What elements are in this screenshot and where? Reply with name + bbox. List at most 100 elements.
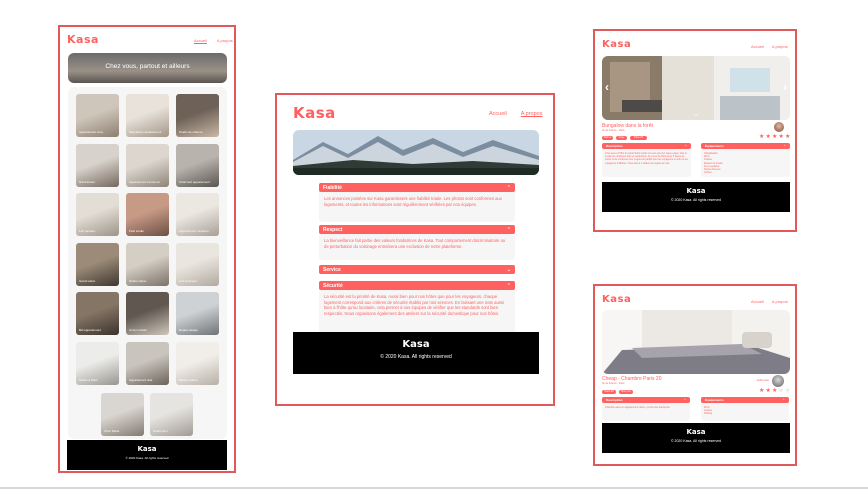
about-banner — [293, 130, 539, 175]
about-mockup-frame: Kasa Accueil A propos Fiabilité ⌃ Les anno… — [275, 93, 555, 406]
star-icon: ★ — [772, 388, 778, 394]
about-footer: Kasa © 2020 Kasa. All rights reserved — [293, 332, 539, 374]
rental-card-title: Appartement clair — [129, 377, 153, 382]
chevron-up-icon: ⌃ — [683, 398, 686, 402]
rental-card[interactable]: Loft parisien — [76, 193, 119, 236]
rental-card[interactable]: Charmant appartement — [176, 143, 219, 187]
listing-tag: Cosy — [616, 136, 627, 140]
gallery-next-arrow-icon[interactable]: › — [783, 80, 787, 94]
host-name: Della Case — [756, 379, 769, 382]
rental-card[interactable]: Appartement cosy — [76, 94, 119, 137]
accordion-header[interactable]: Service ⌄ — [319, 265, 515, 274]
rental-card[interactable]: Nid d'amour — [76, 143, 119, 187]
banner-text: Chez vous, partout et ailleurs — [105, 63, 190, 70]
rental-card[interactable]: Bel appartement — [76, 292, 119, 335]
accordion-title: Fiabilité — [323, 184, 342, 191]
description-text: Vous serez à 50m du canal Saint-martin o… — [605, 152, 688, 165]
listing-footer: Kasa © 2020 Kasa. All rights reserved — [602, 182, 790, 212]
host-avatar — [772, 375, 784, 387]
rental-card[interactable]: Studio Zen — [150, 393, 193, 436]
rental-card-title: Duplex design — [179, 328, 199, 332]
rental-card[interactable]: Petit studio — [126, 193, 169, 236]
rental-card-title: Loft lumineux — [179, 278, 197, 283]
equipment-item: Parking — [704, 412, 713, 416]
rental-card[interactable]: Grand salon — [76, 242, 119, 286]
equipment-item: Cintres — [704, 171, 712, 175]
rental-card-title: Nid d'amour — [79, 179, 96, 184]
accordion-header[interactable]: Respect ⌃ — [319, 225, 515, 234]
nav-link-about[interactable]: A propos — [217, 38, 233, 43]
nav-link-home[interactable]: Accueil — [751, 44, 764, 49]
gallery-counter: 1/4 — [693, 113, 699, 117]
listing-gallery: ‹ › 1/4 — [602, 56, 790, 120]
star-icon: ★ — [772, 134, 778, 140]
accordion-body: Les annonces postées sur Kasa garantisse… — [319, 192, 515, 222]
rental-card-title: Petit studio — [129, 229, 144, 233]
description-body: Vous serez à 50m du canal Saint-martin o… — [602, 149, 691, 177]
rental-card-title: Cocon urbain — [129, 328, 147, 332]
rental-card[interactable]: Duplex design — [176, 292, 219, 335]
listing-tag: Paris 20 — [602, 390, 616, 394]
listing-gallery — [602, 310, 790, 374]
main-nav: Accueil A propos — [489, 111, 542, 117]
nav-link-about[interactable]: A propos — [521, 111, 543, 117]
chevron-up-icon: ⌃ — [506, 226, 511, 233]
accordion-title: Service — [323, 266, 341, 273]
rental-card[interactable]: Appartement moderne — [176, 193, 219, 236]
equipment-title: Équipements — [705, 144, 724, 148]
gallery-prev-arrow-icon[interactable]: ‹ — [605, 80, 609, 94]
listing-mockup-1-frame: Kasa Accueil A propos ‹ › 1/4 Bungalow d… — [593, 29, 797, 232]
rental-card[interactable]: Maison calme — [176, 341, 219, 385]
star-icon: ★ — [778, 388, 784, 394]
rental-card-title: Appartement Lumineux — [129, 179, 161, 184]
gallery-image — [602, 56, 790, 120]
description-body: Chambre dans un appartement calme, proch… — [602, 403, 690, 421]
rental-card-title: Studio à Paris — [79, 377, 98, 382]
chevron-up-icon: ⌃ — [684, 144, 687, 148]
chevron-down-icon: ⌄ — [506, 266, 511, 273]
main-nav: Accueil A propos — [194, 38, 233, 43]
accordion-header[interactable]: Fiabilité ⌃ — [319, 183, 515, 192]
rental-card[interactable]: Appartement Lumineux — [126, 143, 169, 187]
rental-card-title: Appartement moderne — [179, 229, 209, 233]
listing-tag: Nature — [602, 136, 613, 140]
kasa-logo[interactable]: Kasa — [602, 39, 631, 50]
nav-link-about[interactable]: A propos — [772, 299, 788, 304]
star-icon: ★ — [778, 134, 784, 140]
rental-card[interactable]: Chez Marie — [101, 393, 144, 436]
rental-card[interactable]: Loft lumineux — [176, 242, 219, 286]
chevron-up-icon: ⌃ — [506, 184, 511, 191]
kasa-logo[interactable]: Kasa — [293, 104, 336, 122]
main-nav: Accueil A propos — [751, 299, 788, 304]
nav-link-home[interactable]: Accueil — [751, 299, 764, 304]
rental-card[interactable]: Appartement clair — [126, 341, 169, 385]
description-title: Description — [606, 144, 623, 148]
listing-footer: Kasa © 2020 Kasa. All rights reserved — [602, 423, 790, 453]
description-title: Description — [606, 398, 623, 402]
kasa-logo[interactable]: Kasa — [602, 294, 631, 305]
listing-tag: Bon prix — [619, 390, 633, 394]
kasa-logo[interactable]: Kasa — [67, 33, 99, 46]
mountain-banner-image — [293, 130, 539, 175]
accordion-body: La sécurité est la priorité de Kasa. Aus… — [319, 290, 515, 336]
footer-logo: Kasa — [137, 445, 157, 453]
chevron-up-icon: ⌃ — [783, 144, 786, 148]
rental-card-title: Bel appartement — [79, 328, 102, 332]
rental-card[interactable]: Studio de charme — [176, 94, 219, 137]
rental-card[interactable]: Studio à Paris — [76, 341, 119, 385]
star-icon: ★ — [785, 388, 791, 394]
accordion-title: Sécurité — [323, 282, 343, 289]
rental-card-title: Studio Zen — [153, 429, 168, 433]
rental-card[interactable]: Cocon urbain — [126, 292, 169, 335]
nav-link-home[interactable]: Accueil — [489, 111, 507, 117]
footer-copyright: © 2020 Kasa. All rights reserved — [380, 354, 452, 360]
nav-link-home[interactable]: Accueil — [194, 38, 207, 43]
description-text: Chambre dans un appartement calme, proch… — [605, 406, 671, 409]
accordion-header[interactable]: Sécurité ⌃ — [319, 281, 515, 290]
rental-card[interactable]: Studio calme — [126, 242, 169, 286]
nav-link-about[interactable]: A propos — [772, 44, 788, 49]
rental-card-title: Charmant appartement — [179, 179, 210, 184]
rental-card[interactable]: Magnifique appartement — [126, 94, 169, 137]
home-mockup-frame: Kasa Accueil A propos Chez vous, partout… — [58, 25, 236, 473]
footer-copyright: © 2020 Kasa. All rights reserved — [670, 198, 722, 202]
